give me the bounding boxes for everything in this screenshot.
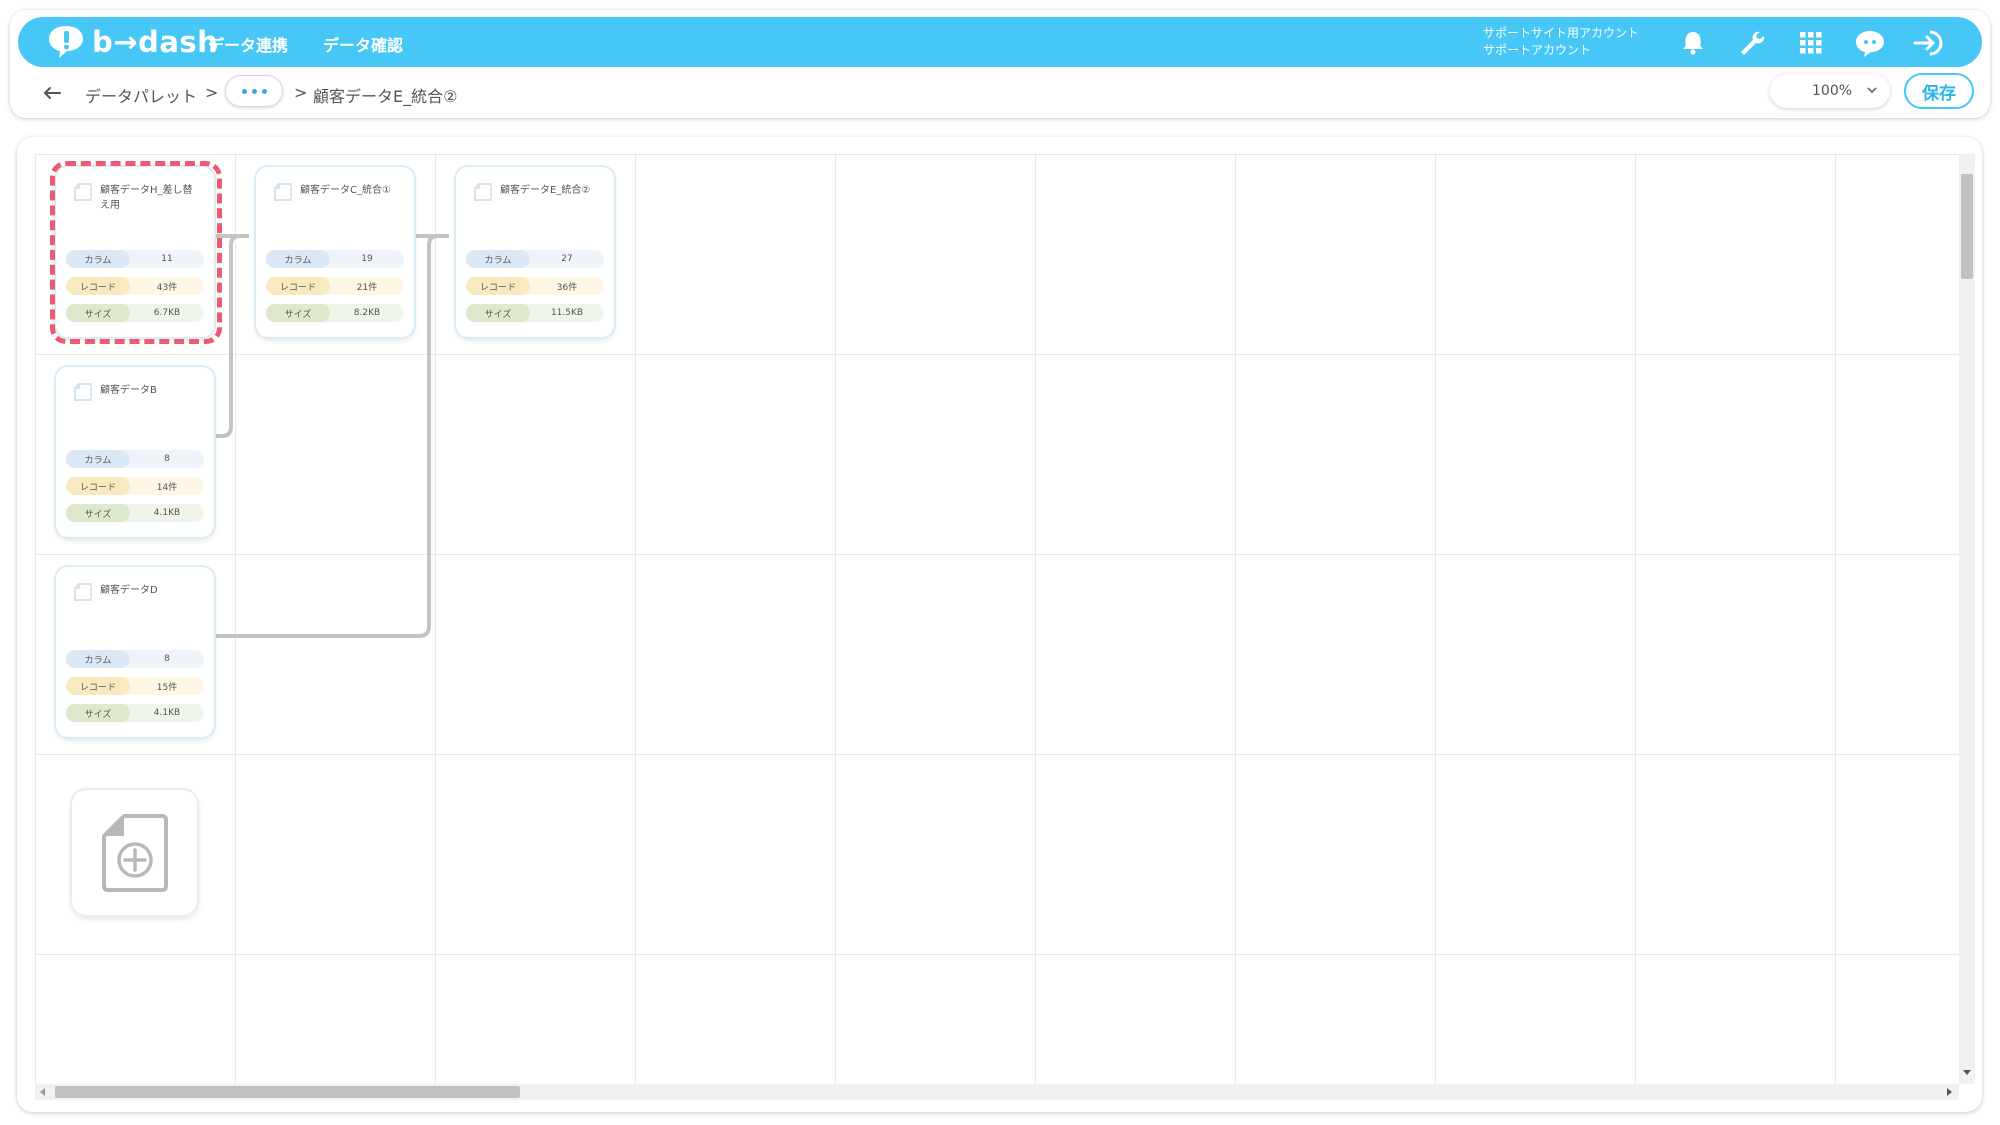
chevron-down-icon bbox=[1867, 87, 1877, 94]
node-size-row: サイズ 4.1KB bbox=[66, 704, 204, 722]
data-node[interactable]: 顧客データD カラム 8 レコード 15件 サイズ 4.1KB bbox=[56, 567, 214, 737]
column-label: カラム bbox=[66, 450, 130, 468]
data-palette-canvas[interactable]: 顧客データH_差し替え用 カラム 11 レコード 43件 サイズ 6.7KB 顧客デー… bbox=[17, 137, 1982, 1112]
logo-bubble-icon bbox=[49, 26, 83, 58]
scroll-left-arrow-icon[interactable] bbox=[39, 1088, 47, 1096]
size-label: サイズ bbox=[266, 304, 330, 322]
data-size: 4.1KB bbox=[153, 708, 181, 718]
nav-data-check[interactable]: データ確認 bbox=[323, 32, 403, 56]
record-label: レコード bbox=[266, 277, 330, 295]
file-icon bbox=[74, 383, 92, 401]
column-count: 19 bbox=[361, 254, 373, 264]
node-record-row: レコード 21件 bbox=[266, 277, 404, 295]
node-column-row: カラム 8 bbox=[66, 450, 204, 468]
column-label: カラム bbox=[466, 250, 530, 268]
record-label: レコード bbox=[66, 677, 130, 695]
horizontal-scrollbar[interactable] bbox=[35, 1084, 1959, 1100]
horizontal-scroll-thumb[interactable] bbox=[55, 1086, 520, 1098]
record-count: 15件 bbox=[156, 682, 178, 693]
vertical-scroll-thumb[interactable] bbox=[1961, 174, 1973, 279]
node-size-row: サイズ 4.1KB bbox=[66, 504, 204, 522]
record-label: レコード bbox=[66, 477, 130, 495]
file-icon bbox=[274, 183, 292, 201]
scroll-right-arrow-icon[interactable] bbox=[1945, 1088, 1953, 1096]
record-count: 36件 bbox=[556, 282, 578, 293]
breadcrumb-more-button[interactable] bbox=[225, 75, 283, 107]
data-node[interactable]: 顧客データC_統合① カラム 19 レコード 21件 サイズ 8.2KB bbox=[256, 167, 414, 337]
node-title: 顧客データD bbox=[100, 585, 158, 596]
apps-grid-icon[interactable] bbox=[1794, 26, 1828, 60]
breadcrumb-bar: データパレット > > 顧客データE_統合② 100% 保存 bbox=[10, 67, 1990, 118]
account-info[interactable]: サポートサイト用アカウント サポートアカウント bbox=[1483, 25, 1639, 59]
app-header: b→dash データ連携 データ確認 サポートサイト用アカウント サポートアカウ… bbox=[10, 10, 1990, 118]
column-label: カラム bbox=[66, 650, 130, 668]
more-dot bbox=[241, 88, 247, 94]
save-button[interactable]: 保存 bbox=[1904, 73, 1974, 109]
column-label: カラム bbox=[266, 250, 330, 268]
node-size-row: サイズ 11.5KB bbox=[466, 304, 604, 322]
back-arrow-icon[interactable] bbox=[40, 81, 64, 105]
size-label: サイズ bbox=[66, 704, 130, 722]
logout-icon[interactable] bbox=[1912, 26, 1946, 60]
data-size: 4.1KB bbox=[153, 508, 181, 518]
node-record-row: レコード 36件 bbox=[466, 277, 604, 295]
add-data-button[interactable] bbox=[72, 790, 197, 915]
data-node[interactable]: 顧客データB カラム 8 レコード 14件 サイズ 4.1KB bbox=[56, 367, 214, 537]
data-node[interactable]: 顧客データE_統合② カラム 27 レコード 36件 サイズ 11.5KB bbox=[456, 167, 614, 337]
record-count: 14件 bbox=[156, 482, 178, 493]
record-label: レコード bbox=[466, 277, 530, 295]
node-record-row: レコード 14件 bbox=[66, 477, 204, 495]
vertical-scrollbar[interactable] bbox=[1959, 154, 1975, 1084]
size-label: サイズ bbox=[466, 304, 530, 322]
data-size: 11.5KB bbox=[550, 308, 584, 318]
account-user-name: サポートアカウント bbox=[1483, 43, 1592, 57]
bell-icon[interactable] bbox=[1676, 26, 1710, 60]
more-dot bbox=[261, 88, 267, 94]
column-count: 8 bbox=[164, 654, 170, 664]
file-icon bbox=[474, 183, 492, 201]
column-count: 27 bbox=[561, 254, 573, 264]
breadcrumb-current: 顧客データE_統合② bbox=[313, 87, 458, 106]
size-label: サイズ bbox=[66, 504, 130, 522]
node-title: 顧客データB bbox=[100, 385, 157, 396]
node-record-row: レコード 15件 bbox=[66, 677, 204, 695]
node-column-row: カラム 27 bbox=[466, 250, 604, 268]
breadcrumb-separator: > bbox=[205, 83, 219, 102]
zoom-select[interactable]: 100% bbox=[1770, 74, 1890, 108]
breadcrumb-separator: > bbox=[294, 83, 308, 102]
zoom-value: 100% bbox=[1812, 83, 1853, 99]
node-column-row: カラム 8 bbox=[66, 650, 204, 668]
nav-data-integration[interactable]: データ連携 bbox=[208, 32, 288, 56]
record-count: 21件 bbox=[356, 282, 378, 293]
wrench-icon[interactable] bbox=[1735, 26, 1769, 60]
chat-mascot-icon[interactable] bbox=[1853, 26, 1887, 60]
selection-highlight bbox=[50, 161, 222, 344]
more-dot bbox=[251, 88, 257, 94]
app-logo[interactable]: b→dash bbox=[46, 23, 218, 61]
column-count: 8 bbox=[164, 454, 170, 464]
account-site-name: サポートサイト用アカウント bbox=[1483, 26, 1640, 40]
file-icon bbox=[74, 583, 92, 601]
node-title: 顧客データC_統合① bbox=[300, 185, 391, 196]
logo-text: b→dash bbox=[92, 25, 219, 59]
breadcrumb-root-link[interactable]: データパレット bbox=[85, 83, 197, 107]
add-file-icon bbox=[101, 813, 168, 892]
node-column-row: カラム 19 bbox=[266, 250, 404, 268]
node-size-row: サイズ 8.2KB bbox=[266, 304, 404, 322]
scroll-down-arrow-icon[interactable] bbox=[1963, 1068, 1971, 1076]
top-navigation-bar: b→dash データ連携 データ確認 サポートサイト用アカウント サポートアカウ… bbox=[18, 17, 1982, 67]
data-size: 8.2KB bbox=[353, 308, 381, 318]
node-title: 顧客データE_統合② bbox=[500, 185, 591, 196]
